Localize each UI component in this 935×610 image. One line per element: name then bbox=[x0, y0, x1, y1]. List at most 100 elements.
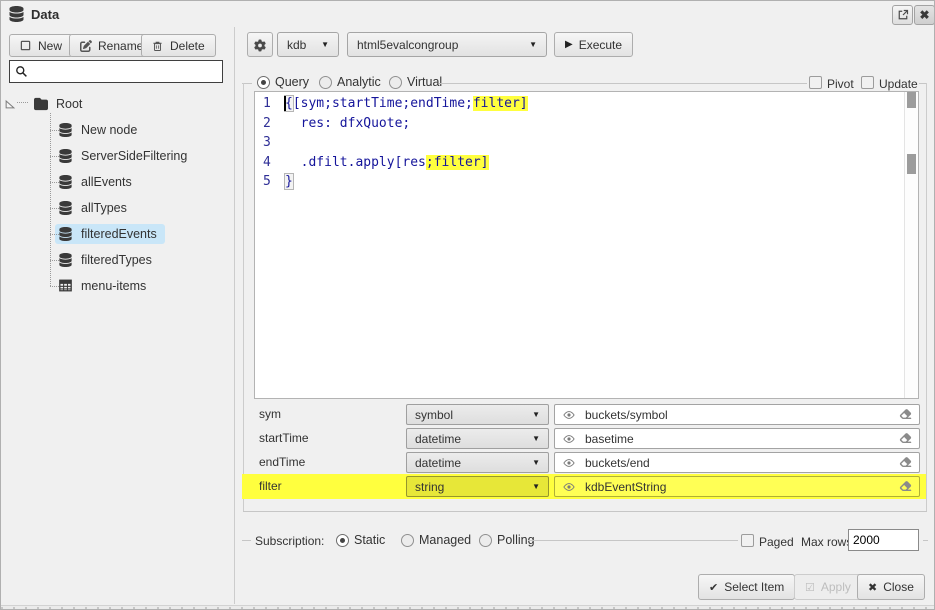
delete-button[interactable]: Delete bbox=[141, 34, 216, 57]
tree-item-filteredevents[interactable]: filteredEvents bbox=[55, 221, 165, 247]
blank-square-icon bbox=[20, 40, 32, 52]
parameter-row-endTime: endTime datetime ▼ buckets/end bbox=[242, 450, 926, 475]
parameter-value: buckets/symbol bbox=[585, 408, 668, 422]
eraser-icon[interactable] bbox=[899, 456, 912, 469]
x-icon: ✖ bbox=[868, 581, 877, 594]
max-rows-input[interactable] bbox=[848, 529, 919, 551]
fieldset-line bbox=[243, 511, 927, 512]
line-number: 2 bbox=[255, 114, 285, 134]
search-input[interactable] bbox=[33, 65, 217, 79]
tree-connector bbox=[50, 182, 59, 183]
parameter-value-field[interactable]: buckets/end bbox=[554, 452, 920, 473]
database-icon bbox=[9, 6, 24, 22]
panel-divider[interactable] bbox=[234, 27, 235, 604]
data-editor-dialog: Data ✖ New Rename Delete bbox=[0, 0, 935, 610]
tree-item-allevents[interactable]: allEvents bbox=[55, 169, 140, 195]
highlighted-code: ;filter] bbox=[426, 155, 489, 170]
tree-item-root[interactable]: Root bbox=[4, 91, 90, 117]
parameter-value: kdbEventString bbox=[585, 480, 666, 494]
mode-radio-analytic[interactable]: Analytic bbox=[319, 75, 381, 89]
tree-item-alltypes[interactable]: allTypes bbox=[55, 195, 135, 221]
code-line: 4 .dfilt.apply[res;filter] bbox=[255, 153, 918, 173]
apply-button-label: Apply bbox=[821, 580, 851, 594]
connection-type-value: kdb bbox=[287, 38, 306, 52]
pivot-label: Pivot bbox=[827, 77, 854, 91]
eye-icon[interactable] bbox=[562, 481, 576, 493]
parameter-value: basetime bbox=[585, 432, 634, 446]
parameter-value-field[interactable]: basetime bbox=[554, 428, 920, 449]
tree-connector bbox=[50, 156, 59, 157]
connection-group-select[interactable]: html5evalcongroup ▼ bbox=[347, 32, 547, 57]
eraser-icon[interactable] bbox=[899, 480, 912, 493]
line-number: 5 bbox=[255, 172, 285, 192]
eraser-icon[interactable] bbox=[899, 432, 912, 445]
code-text: res: dfxQuote; bbox=[285, 116, 410, 131]
eraser-icon[interactable] bbox=[899, 408, 912, 421]
paged-checkbox[interactable] bbox=[741, 534, 754, 547]
apply-button[interactable]: ☑ Apply bbox=[794, 574, 862, 600]
tree-item-menu-items[interactable]: menu-items bbox=[55, 273, 154, 299]
eye-icon[interactable] bbox=[562, 409, 576, 421]
mode-label-query: Query bbox=[275, 75, 309, 89]
editor-scrollbar[interactable] bbox=[904, 92, 918, 398]
checkbox-check-icon: ☑ bbox=[805, 581, 815, 594]
code-editor[interactable]: 1 {[sym;startTime;endTime;filter] 2 res:… bbox=[254, 91, 919, 399]
subscription-radio-managed[interactable]: Managed bbox=[401, 533, 471, 547]
parameter-type-select[interactable]: datetime ▼ bbox=[406, 428, 549, 449]
line-number: 1 bbox=[255, 94, 285, 114]
database-icon bbox=[59, 123, 73, 137]
mode-radio-query[interactable]: Query bbox=[257, 75, 309, 89]
scrollbar-marker bbox=[907, 92, 916, 108]
tree-item-new-node[interactable]: New node bbox=[55, 117, 145, 143]
close-button[interactable]: ✖ Close bbox=[857, 574, 925, 600]
gears-icon bbox=[254, 39, 266, 51]
subscription-radio-static[interactable]: Static bbox=[336, 533, 385, 547]
parameter-value-field[interactable]: kdbEventString bbox=[554, 476, 920, 497]
highlighted-code: filter] bbox=[473, 96, 528, 111]
caret-down-icon: ▼ bbox=[532, 434, 540, 443]
eye-icon[interactable] bbox=[562, 457, 576, 469]
parameter-value-field[interactable]: buckets/symbol bbox=[554, 404, 920, 425]
subscription-radio-polling[interactable]: Polling bbox=[479, 533, 535, 547]
connection-type-select[interactable]: kdb ▼ bbox=[277, 32, 339, 57]
pivot-checkbox[interactable] bbox=[809, 76, 822, 89]
tree-connector bbox=[50, 286, 59, 287]
tree-search[interactable] bbox=[9, 60, 223, 83]
parameter-row-sym: sym symbol ▼ buckets/symbol bbox=[242, 402, 926, 427]
tree-connector bbox=[50, 234, 59, 235]
mode-radio-virtual[interactable]: Virtual bbox=[389, 75, 442, 89]
edit-icon bbox=[80, 40, 92, 52]
eye-icon[interactable] bbox=[562, 433, 576, 445]
connection-settings-button[interactable] bbox=[247, 32, 273, 57]
popout-button[interactable] bbox=[892, 5, 913, 25]
caret-down-icon: ▼ bbox=[311, 40, 329, 49]
parameter-type-select[interactable]: string ▼ bbox=[406, 476, 549, 497]
tree-item-label: menu-items bbox=[81, 279, 146, 293]
line-number: 4 bbox=[255, 153, 285, 173]
new-button-label: New bbox=[38, 39, 62, 53]
execute-button[interactable]: ▶ Execute bbox=[554, 32, 633, 57]
tree-item-filteredtypes[interactable]: filteredTypes bbox=[55, 247, 160, 273]
close-dialog-button[interactable]: ✖ bbox=[914, 5, 935, 25]
play-icon: ▶ bbox=[565, 39, 573, 50]
caret-down-icon: ▼ bbox=[519, 40, 537, 49]
subscription-label-static: Static bbox=[354, 533, 385, 547]
database-icon bbox=[59, 227, 73, 241]
line-number: 3 bbox=[255, 133, 285, 153]
caret-down-icon: ▼ bbox=[532, 458, 540, 467]
subscription-label: Subscription: bbox=[255, 534, 324, 548]
fieldset-line bbox=[439, 83, 807, 84]
new-button[interactable]: New bbox=[9, 34, 73, 57]
tree-item-serversidefiltering[interactable]: ServerSideFiltering bbox=[55, 143, 195, 169]
background-page-edge bbox=[1, 605, 935, 610]
parameter-type-select[interactable]: symbol ▼ bbox=[406, 404, 549, 425]
select-item-button[interactable]: ✔ Select Item bbox=[698, 574, 795, 600]
parameter-type-select[interactable]: datetime ▼ bbox=[406, 452, 549, 473]
parameter-type-value: string bbox=[415, 480, 444, 494]
update-checkbox[interactable] bbox=[861, 76, 874, 89]
code-text: } bbox=[284, 173, 294, 190]
code-line: 1 {[sym;startTime;endTime;filter] bbox=[255, 94, 918, 114]
code-line: 2 res: dfxQuote; bbox=[255, 114, 918, 134]
parameter-value: buckets/end bbox=[585, 456, 650, 470]
expander-icon[interactable] bbox=[4, 98, 16, 110]
